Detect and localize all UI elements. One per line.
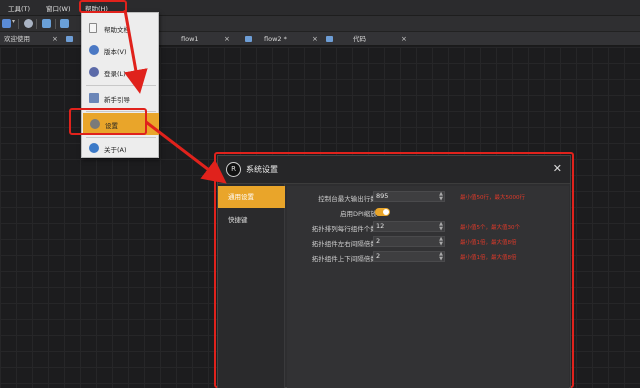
setting-hint: 最小值5个，最大值30个 (460, 225, 520, 231)
highlight-settings-item (69, 108, 147, 135)
components-per-row-input[interactable]: 12 ▲ ▼ (373, 221, 445, 232)
setting-label: 拓扑排列每行组件个数: (311, 225, 379, 233)
sidebar-item-general[interactable]: 通用设置 (218, 186, 285, 208)
chevron-down-icon[interactable]: ▾ (12, 18, 15, 25)
setting-label: 启用DPI缩放: (339, 210, 379, 218)
menu-window[interactable]: 窗口(W) (46, 3, 71, 13)
settings-sidebar: 通用设置 快捷键 (218, 184, 285, 388)
dpi-scaling-toggle[interactable] (375, 208, 390, 216)
flow-icon (66, 36, 73, 42)
code-icon[interactable] (60, 19, 69, 28)
setting-label: 拓扑组件左右间隔倍数: (311, 240, 379, 248)
guide-icon (89, 93, 99, 103)
tab-welcome[interactable]: 欢迎使用 (4, 32, 30, 46)
new-flow-icon[interactable] (2, 19, 11, 28)
toolbar-divider (55, 19, 56, 29)
menu-divider (86, 85, 156, 86)
version-icon (89, 45, 99, 55)
menu-item-version[interactable]: 版本(V) (82, 39, 158, 61)
menu-item-help-docs[interactable]: 帮助文档 (82, 17, 158, 39)
spinner-arrows-icon[interactable]: ▲ ▼ (439, 222, 443, 232)
spinner-arrows-icon[interactable]: ▲ ▼ (439, 237, 443, 247)
tab-close-icon[interactable]: × (312, 32, 318, 46)
sidebar-item-shortcuts[interactable]: 快捷键 (218, 209, 285, 231)
menu-tools[interactable]: 工具(T) (8, 3, 30, 13)
tab-close-icon[interactable]: × (401, 32, 407, 46)
login-icon (89, 67, 99, 77)
info-icon (89, 143, 99, 153)
vertical-spacing-input[interactable]: 2 ▲ ▼ (373, 251, 445, 262)
max-console-lines-input[interactable]: 895 ▲ ▼ (373, 191, 445, 202)
tab-flow2[interactable]: flow2 * (264, 32, 287, 46)
highlight-help-menu (79, 0, 127, 13)
close-icon[interactable]: ✕ (553, 162, 562, 175)
menu-item-login[interactable]: 登录(L) (82, 61, 158, 83)
code-icon (326, 36, 333, 42)
toolbar-divider (36, 19, 37, 29)
tab-flow1[interactable]: flow1 (181, 32, 199, 46)
toolbar-divider (18, 19, 19, 29)
system-settings-dialog: R 系统设置 ✕ 通用设置 快捷键 控制台最大输出行数: 895 ▲ ▼ 最小值5… (217, 155, 571, 388)
setting-hint: 最小值1倍，最大值8倍 (460, 255, 517, 261)
app-logo-icon: R (226, 162, 241, 177)
flow-icon[interactable] (42, 19, 51, 28)
dialog-title: 系统设置 (246, 165, 278, 174)
globe-icon[interactable] (24, 19, 33, 28)
spinner-arrows-icon[interactable]: ▲ ▼ (439, 252, 443, 262)
setting-label: 控制台最大输出行数: (318, 195, 379, 203)
spinner-arrows-icon[interactable]: ▲ ▼ (439, 192, 443, 202)
horizontal-spacing-input[interactable]: 2 ▲ ▼ (373, 236, 445, 247)
settings-panel: 控制台最大输出行数: 895 ▲ ▼ 最小值50行，最大5000行 启用DPI缩放… (287, 186, 569, 388)
menu-item-guide[interactable]: 新手引导 (82, 87, 158, 109)
tab-close-icon[interactable]: × (224, 32, 230, 46)
setting-hint: 最小值50行，最大5000行 (460, 195, 525, 201)
tab-code[interactable]: 代码 (353, 32, 366, 46)
setting-label: 拓扑组件上下间隔倍数: (311, 255, 379, 263)
menu-item-about[interactable]: 关于(A) (82, 137, 158, 159)
setting-hint: 最小值1倍，最大值8倍 (460, 240, 517, 246)
dialog-title-bar: R 系统设置 ✕ (218, 156, 570, 184)
help-menu-dropdown: 帮助文档 版本(V) 登录(L) 新手引导 设置 关于(A) (81, 12, 159, 158)
tab-close-icon[interactable]: × (52, 32, 58, 46)
document-icon (89, 23, 97, 33)
flow-icon (245, 36, 252, 42)
